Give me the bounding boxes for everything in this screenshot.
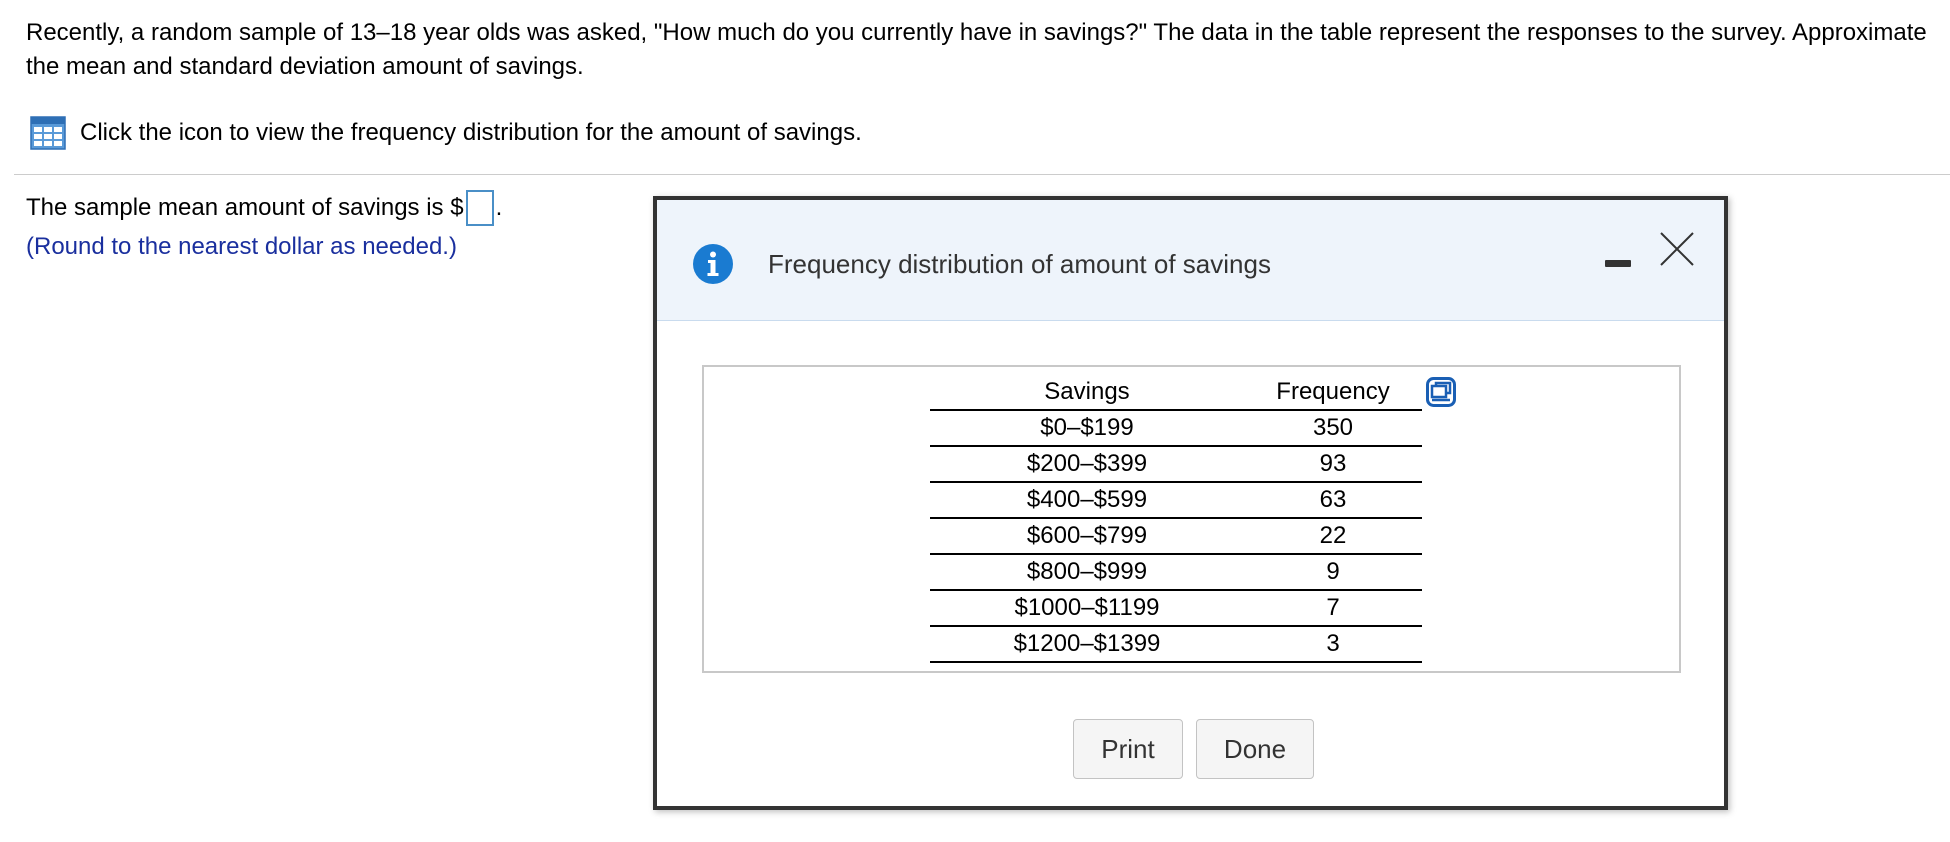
frequency-cell: 3 — [1326, 630, 1340, 657]
table-row: $600–$799 22 — [930, 519, 1422, 555]
section-divider — [14, 174, 1950, 175]
savings-cell: $800–$999 — [1026, 558, 1148, 585]
info-icon — [693, 244, 733, 284]
savings-cell: $1200–$1399 — [1013, 630, 1161, 657]
table-row: $800–$999 9 — [930, 555, 1422, 591]
table-row: $1200–$1399 3 — [930, 627, 1422, 663]
savings-cell: $200–$399 — [1026, 450, 1148, 477]
table-frame: Savings Frequency $0–$199 350 $200–$399 … — [702, 365, 1681, 673]
mean-answer-input[interactable] — [465, 190, 494, 226]
copy-icon[interactable] — [1426, 377, 1456, 407]
savings-cell: $600–$799 — [1026, 522, 1148, 549]
answer-suffix: . — [495, 194, 503, 221]
print-button[interactable]: Print — [1073, 719, 1183, 779]
dialog-title: Frequency distribution of amount of savi… — [768, 249, 1271, 279]
table-row: $0–$199 350 — [930, 411, 1422, 447]
savings-cell: $1000–$1199 — [1014, 594, 1160, 621]
table-header-row: Savings Frequency — [930, 375, 1422, 411]
table-row: $1000–$1199 7 — [930, 591, 1422, 627]
savings-cell: $400–$599 — [1026, 486, 1148, 513]
header-savings: Savings — [1044, 378, 1130, 405]
frequency-cell: 63 — [1319, 486, 1347, 513]
frequency-cell: 350 — [1312, 414, 1354, 441]
minimize-icon[interactable] — [1602, 252, 1632, 274]
question-text: Recently, a random sample of 13–18 year … — [26, 19, 1927, 80]
frequency-cell: 7 — [1326, 594, 1340, 621]
done-button[interactable]: Done — [1196, 719, 1314, 779]
dialog-header: Frequency distribution of amount of savi… — [657, 200, 1724, 321]
frequency-cell: 93 — [1319, 450, 1347, 477]
savings-cell: $0–$199 — [1040, 414, 1134, 441]
table-grid-icon[interactable] — [30, 116, 66, 150]
table-row: $200–$399 93 — [930, 447, 1422, 483]
frequency-dialog: Frequency distribution of amount of savi… — [653, 196, 1728, 810]
rounding-note: (Round to the nearest dollar as needed.) — [26, 233, 457, 260]
frequency-link-row: Click the icon to view the frequency dis… — [30, 116, 862, 150]
frequency-cell: 9 — [1326, 558, 1340, 585]
answer-line: The sample mean amount of savings is $ . — [26, 190, 502, 226]
table-row: $400–$599 63 — [930, 483, 1422, 519]
frequency-link-text: Click the icon to view the frequency dis… — [80, 119, 862, 146]
close-icon[interactable] — [1658, 230, 1696, 268]
header-frequency: Frequency — [1276, 378, 1390, 405]
answer-prefix: The sample mean amount of savings is $ — [26, 194, 464, 221]
frequency-cell: 22 — [1319, 522, 1347, 549]
frequency-table: Savings Frequency $0–$199 350 $200–$399 … — [930, 375, 1422, 663]
